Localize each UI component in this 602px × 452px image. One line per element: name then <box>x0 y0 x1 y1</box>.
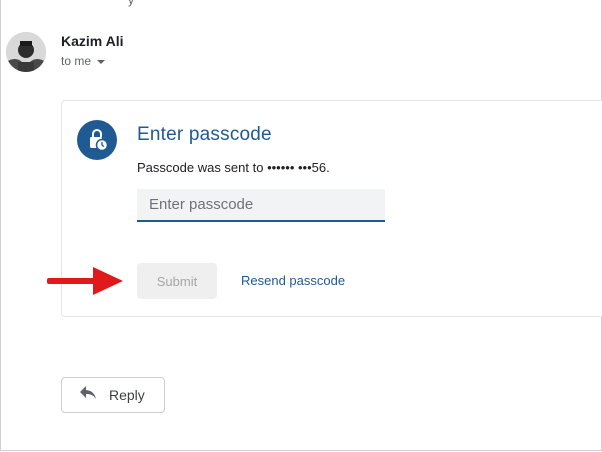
reply-label: Reply <box>109 387 145 403</box>
caret-down-icon <box>97 59 106 64</box>
reply-button[interactable]: Reply <box>61 377 165 413</box>
recipient-dropdown[interactable]: to me <box>61 54 106 68</box>
passcode-sent-text: Passcode was sent to •••••• •••56. <box>137 160 330 175</box>
avatar-photo <box>6 32 46 72</box>
recipient-label: to me <box>61 54 92 68</box>
cut-off-text: y <box>128 0 134 7</box>
resend-passcode-link[interactable]: Resend passcode <box>241 273 345 288</box>
card-title: Enter passcode <box>137 124 272 145</box>
avatar[interactable] <box>6 32 46 72</box>
passcode-input[interactable] <box>137 189 385 222</box>
red-arrow-icon <box>45 264 125 303</box>
submit-button[interactable]: Submit <box>137 263 217 299</box>
lock-clock-icon <box>77 120 117 160</box>
sender-name: Kazim Ali <box>61 33 124 49</box>
reply-icon <box>80 385 97 405</box>
